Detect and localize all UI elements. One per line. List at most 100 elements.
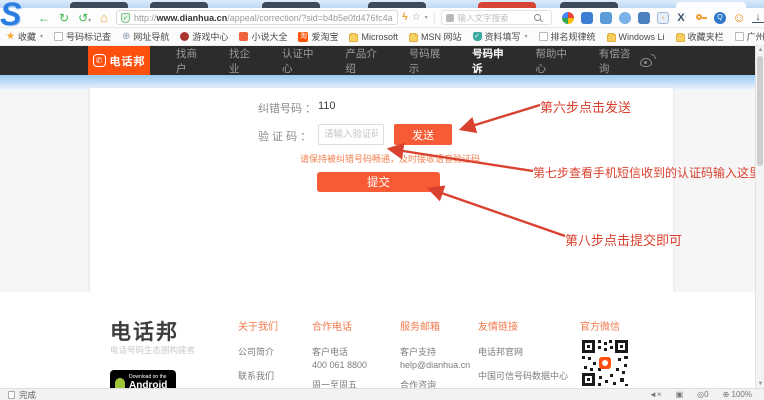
- extension-icon[interactable]: ☺: [733, 12, 745, 24]
- shield-icon: ✓: [473, 32, 482, 41]
- nav-item-cert-center[interactable]: 认证中心: [282, 46, 323, 76]
- verification-code-input[interactable]: [318, 124, 384, 145]
- undo-icon[interactable]: ↺▾: [78, 12, 91, 24]
- footer-col-links: 友情链接 电话邦官网 中国可信号码数据中心: [478, 318, 568, 393]
- extensions-row: ◦ X· Q ☺ ↓: [562, 12, 764, 24]
- browser-window: S ← ↻ ↺▾ ⌂ ✓ http://www.dianhua.cn/appea…: [0, 0, 764, 400]
- correction-number-value: 110: [318, 100, 336, 112]
- scroll-up-icon[interactable]: ▲: [757, 47, 764, 53]
- verification-code-label: 验 证 码 ：: [258, 128, 311, 144]
- nav-item-enterprise[interactable]: 找企业: [229, 46, 260, 76]
- page-footer: 电话邦 电话号码生态圈构建者 Download on theAndroid 关于…: [0, 292, 764, 388]
- footer-link[interactable]: 公司简介: [238, 345, 278, 358]
- sandbox-icon[interactable]: ▣: [676, 390, 684, 399]
- sogou-logo-icon[interactable]: S: [0, 0, 32, 30]
- bookmark-item[interactable]: MSN 网站: [409, 30, 462, 43]
- bookmark-item[interactable]: 小说大全: [239, 30, 287, 43]
- extension-icon[interactable]: X·: [676, 12, 688, 24]
- footer-link[interactable]: help@dianhua.cn: [400, 360, 478, 370]
- bookmark-item[interactable]: Microsoft: [349, 32, 398, 42]
- bookmark-item[interactable]: 游戏中心: [180, 30, 228, 43]
- nav-item-merchant[interactable]: 找商户: [176, 46, 207, 76]
- globe-icon: ⊕: [122, 32, 130, 41]
- footer-text: 客户支持: [400, 345, 478, 358]
- bookmark-item[interactable]: 排名规律统: [539, 30, 596, 43]
- weibo-icon[interactable]: [640, 55, 656, 67]
- extension-icon[interactable]: [638, 12, 650, 24]
- nav-item-paid-consult[interactable]: 有偿咨询: [599, 46, 640, 76]
- scrollbar-thumb[interactable]: [757, 56, 763, 166]
- footer-text: 客户电话: [312, 345, 367, 358]
- extension-icon[interactable]: [600, 12, 612, 24]
- page-icon: [735, 32, 744, 41]
- home-icon[interactable]: ⌂: [100, 11, 108, 24]
- footer-link[interactable]: 联系我们: [238, 369, 278, 382]
- nav-item-products[interactable]: 产品介绍: [345, 46, 386, 76]
- novel-icon: [239, 32, 248, 41]
- bookmark-item[interactable]: 号码标记查: [54, 30, 111, 43]
- toolbar-divider: |: [433, 12, 436, 24]
- page-icon: [539, 32, 548, 41]
- extension-icon[interactable]: ◦: [657, 12, 669, 24]
- star-icon: ★: [6, 32, 15, 41]
- bookmark-item[interactable]: 淘爱淘宝: [298, 30, 338, 43]
- status-doc-icon: [8, 391, 15, 399]
- security-shield-icon: ✓: [121, 13, 130, 23]
- extension-icon[interactable]: [562, 12, 574, 24]
- correction-form-card: 纠错号码 ： 110 验 证 码 ： 发送 请保持被纠错号码畅通，及时接收语音验…: [90, 88, 673, 292]
- nav-item-number-display[interactable]: 号码展示: [409, 46, 450, 76]
- status-text: 完成: [19, 389, 36, 400]
- game-icon: [180, 32, 189, 41]
- search-input[interactable]: [458, 13, 534, 23]
- speed-mode-icon[interactable]: ϟ: [402, 12, 407, 23]
- bookmark-item[interactable]: Windows Li: [607, 32, 665, 42]
- browser-toolbar: ← ↻ ↺▾ ⌂ ✓ http://www.dianhua.cn/appeal/…: [0, 8, 764, 28]
- url-text[interactable]: http://www.dianhua.cn/appeal/correction/…: [134, 13, 393, 23]
- refresh-icon[interactable]: ↻: [59, 12, 69, 24]
- footer-brand: 电话邦: [110, 316, 179, 346]
- annotation-step8: 第八步点击提交即可: [565, 230, 682, 249]
- password-key-icon[interactable]: [695, 12, 707, 24]
- correction-number-label: 纠错号码 ：: [258, 100, 316, 116]
- folder-icon: [607, 34, 616, 42]
- annotation-step7: 第七步查看手机短信收到的认证码输入这里: [533, 164, 761, 181]
- extension-icon[interactable]: [619, 12, 631, 24]
- scroll-down-icon[interactable]: ▼: [757, 381, 764, 387]
- taobao-icon: 淘: [298, 32, 308, 42]
- mute-icon[interactable]: ◄×: [649, 390, 662, 399]
- bookmark-star-icon[interactable]: ☆: [412, 12, 421, 23]
- nav-item-number-appeal[interactable]: 号码申诉: [472, 46, 513, 76]
- phone-logo-icon: ✆: [93, 54, 106, 67]
- folder-icon: [349, 34, 358, 42]
- download-icon[interactable]: ↓: [752, 12, 764, 23]
- submit-button[interactable]: 提交: [317, 172, 440, 192]
- search-engine-icon[interactable]: [446, 14, 454, 22]
- search-box[interactable]: [441, 10, 552, 25]
- send-code-button[interactable]: 发送: [394, 124, 452, 145]
- bookmark-dropdown-icon[interactable]: ▾: [425, 14, 428, 21]
- address-bar[interactable]: ✓ http://www.dianhua.cn/appeal/correctio…: [116, 10, 398, 25]
- folder-icon: [676, 34, 685, 42]
- scrollbar[interactable]: ▲ ▼: [755, 46, 764, 388]
- search-icon[interactable]: [534, 14, 541, 21]
- tab-strip: [0, 0, 764, 8]
- extension-icon[interactable]: Q: [714, 12, 726, 24]
- annotation-step6: 第六步点击发送: [540, 97, 631, 116]
- status-bar: 完成 ◄× ▣ ◎0 ⊕ 100%: [0, 388, 764, 400]
- footer-link[interactable]: 电话邦官网: [478, 345, 568, 358]
- folder-icon: [409, 34, 418, 42]
- site-logo[interactable]: ✆ 电话邦: [88, 46, 150, 75]
- voice-code-hint: 请保持被纠错号码畅通，及时接收语音验证码: [300, 152, 480, 165]
- bookmark-item[interactable]: ⊕网址导航: [122, 30, 169, 43]
- bookmark-item[interactable]: 收藏夹栏: [676, 30, 724, 43]
- page-icon: [54, 32, 63, 41]
- footer-text: 400 061 8800: [312, 360, 367, 370]
- ad-block-icon[interactable]: ◎0: [697, 390, 708, 399]
- zoom-level[interactable]: ⊕ 100%: [723, 390, 752, 399]
- bookmark-item[interactable]: 广州安基水: [735, 30, 764, 43]
- footer-link[interactable]: 中国可信号码数据中心: [478, 369, 568, 382]
- back-icon[interactable]: ←: [38, 12, 50, 24]
- nav-item-help-center[interactable]: 帮助中心: [535, 46, 576, 76]
- bookmark-item[interactable]: ✓资料填写▾: [473, 30, 528, 43]
- extension-icon[interactable]: [581, 12, 593, 24]
